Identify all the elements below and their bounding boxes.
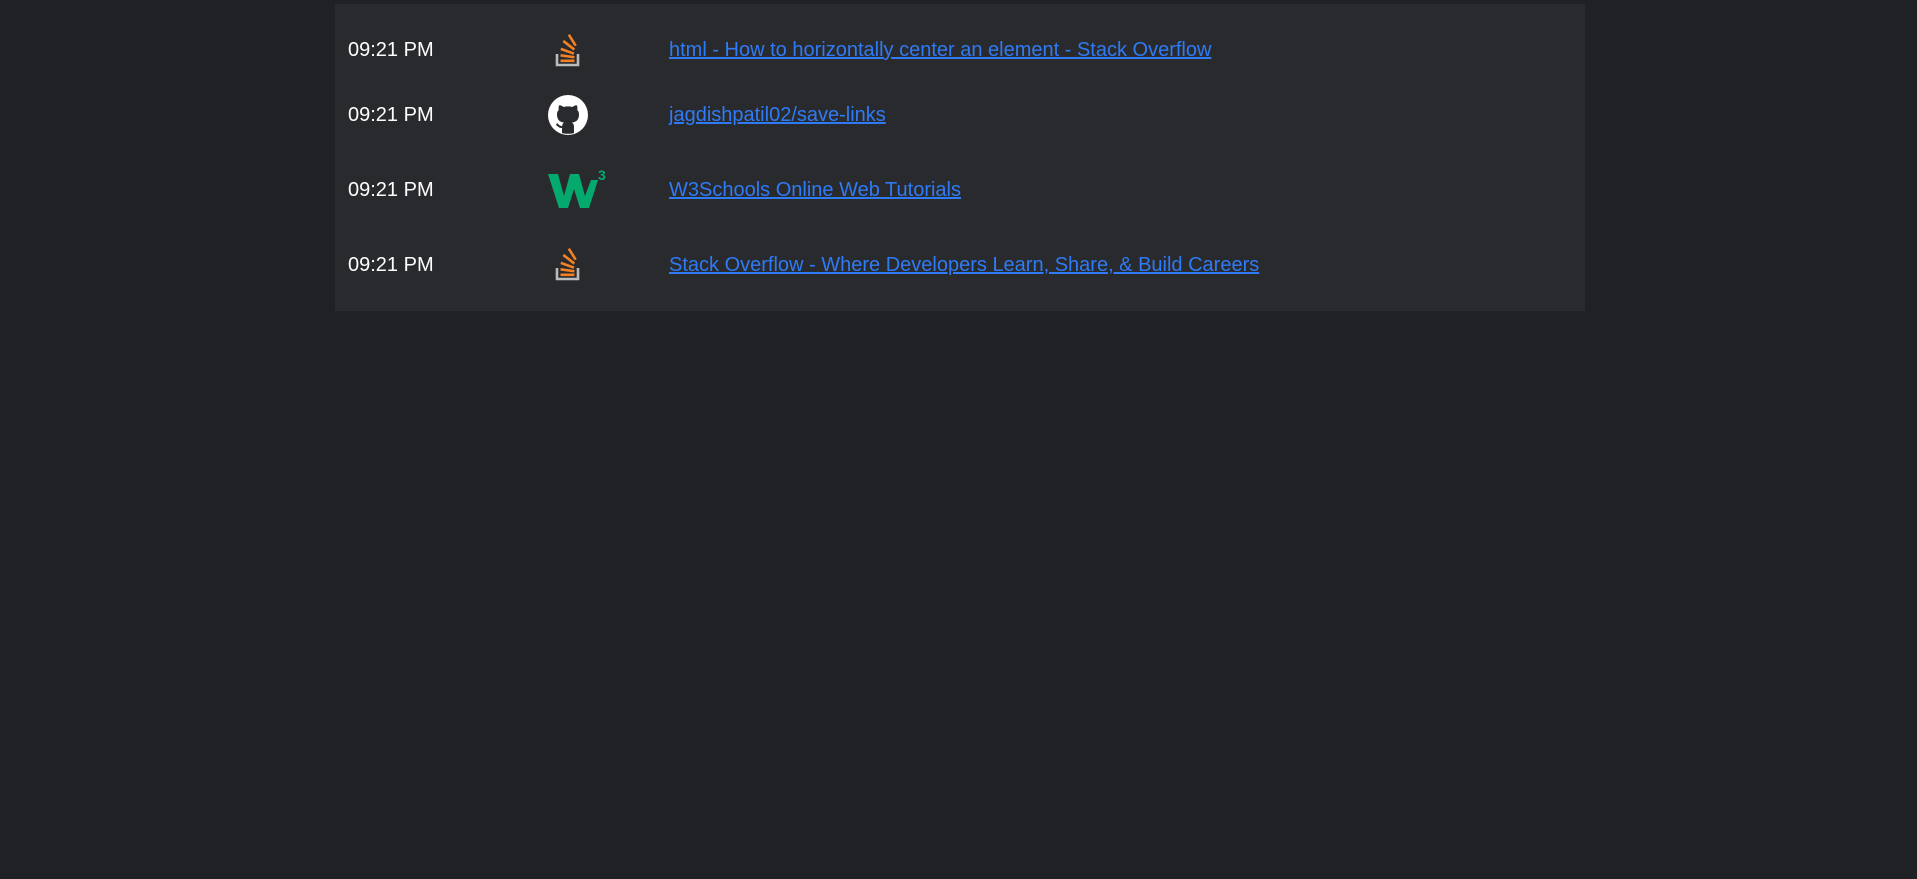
stackoverflow-icon [555, 33, 580, 66]
saved-time: 09:21 PM [348, 178, 434, 201]
saved-time: 09:21 PM [348, 103, 434, 126]
svg-text:3: 3 [598, 168, 606, 183]
stackoverflow-icon [555, 247, 580, 281]
w3schools-icon: 3 [548, 168, 606, 208]
link-row: 09:21 PM jagdishpatil02/save-links [335, 83, 1585, 147]
link-row: 09:21 PM html - How to horizontally cent… [335, 18, 1585, 83]
saved-link[interactable]: html - How to horizontally center an ele… [669, 39, 1211, 62]
github-icon [548, 95, 588, 135]
link-row: 09:21 PM Stack Overflow - Where Develope… [335, 233, 1585, 297]
saved-time: 09:21 PM [348, 253, 434, 276]
saved-link[interactable]: jagdishpatil02/save-links [669, 104, 886, 127]
link-row: 09:21 PM 3 W3Schools Online Web Tutorial… [335, 147, 1585, 233]
saved-links-list: 09:21 PM html - How to horizontally cent… [335, 4, 1585, 311]
saved-time: 09:21 PM [348, 39, 434, 61]
saved-link[interactable]: Stack Overflow - Where Developers Learn,… [669, 254, 1259, 277]
saved-link[interactable]: W3Schools Online Web Tutorials [669, 179, 961, 202]
